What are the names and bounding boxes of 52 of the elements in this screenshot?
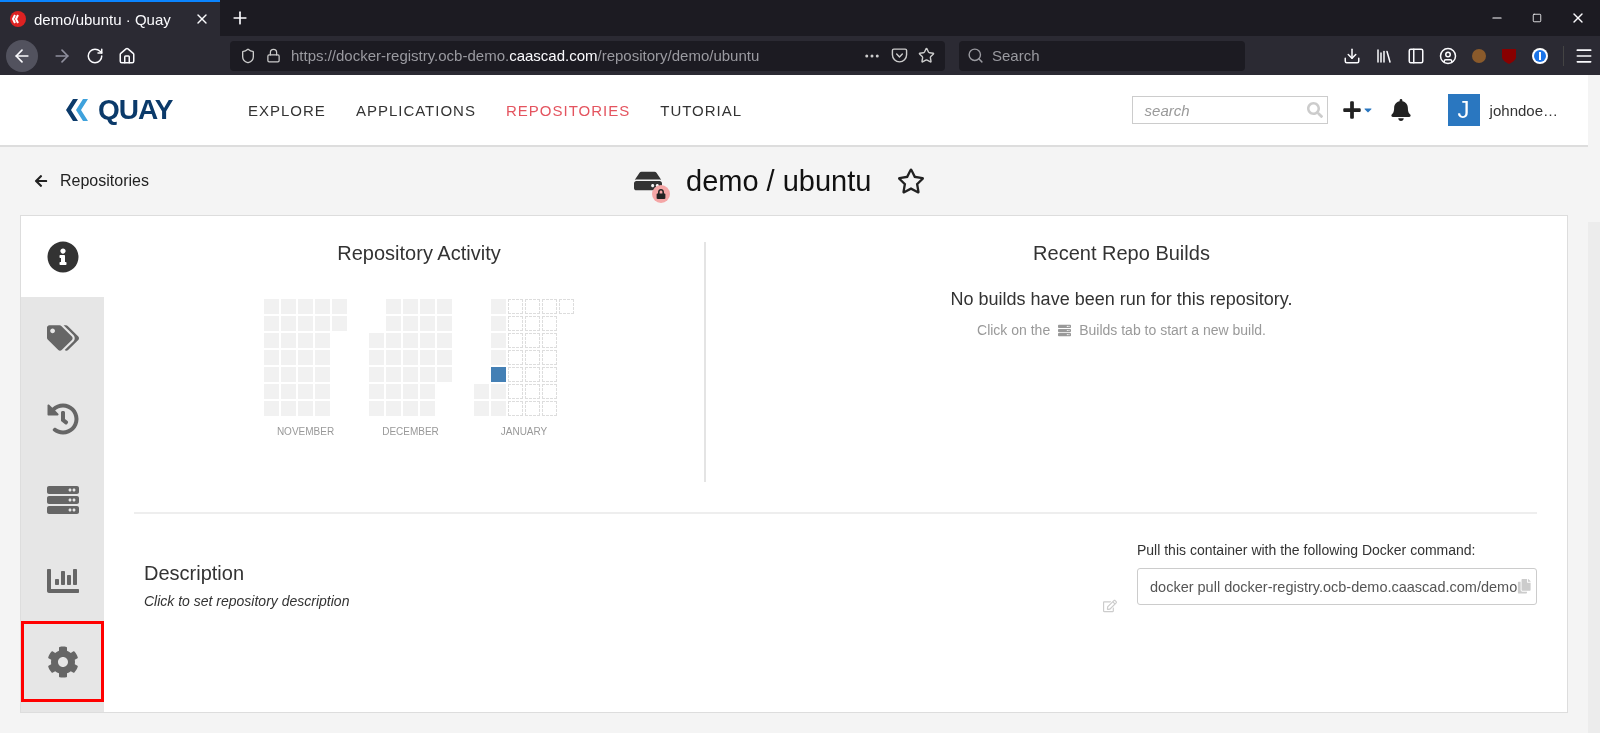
browser-search-field[interactable]: Search xyxy=(959,40,1245,71)
search-icon xyxy=(967,47,984,64)
cookie-icon[interactable] xyxy=(1471,47,1487,64)
quay-favicon-icon xyxy=(10,11,26,27)
sidebar-tab[interactable] xyxy=(21,216,104,297)
month-label: JANUARY xyxy=(500,426,548,437)
home-icon[interactable] xyxy=(118,46,136,65)
nav-link[interactable]: TUTORIAL xyxy=(660,101,743,119)
nav-link[interactable]: EXPLORE xyxy=(248,101,326,119)
address-bar[interactable]: https://docker-registry.ocb-demo.caascad.com/repository/demo/ubuntu xyxy=(230,40,945,71)
pull-label: Pull this container with the following Docker command: xyxy=(1137,542,1477,558)
library-icon[interactable] xyxy=(1375,46,1393,65)
menu-icon[interactable] xyxy=(1563,45,1594,66)
reload-icon[interactable] xyxy=(86,46,104,65)
password-manager-icon[interactable] xyxy=(1531,46,1549,65)
star-icon[interactable] xyxy=(918,47,935,64)
back-link[interactable]: Repositories xyxy=(20,172,634,190)
back-arrow-icon xyxy=(34,174,48,188)
history-icon xyxy=(46,402,79,435)
month-label: DECEMBER xyxy=(382,426,439,437)
month-label: NOVEMBER xyxy=(276,426,335,437)
repo-title: demo / ubuntu xyxy=(686,164,872,198)
back-icon[interactable] xyxy=(6,39,38,72)
server-icon xyxy=(1058,323,1072,337)
avatar[interactable]: J xyxy=(1447,94,1480,126)
section-title: Recent Repo Builds xyxy=(1033,242,1210,265)
browser-tab[interactable]: demo/ubuntu · Quay xyxy=(0,0,220,36)
plus-icon[interactable] xyxy=(1341,100,1374,120)
quay-logo: QUAY xyxy=(64,94,248,126)
lock-icon xyxy=(266,48,281,63)
hint-text: Builds tab to start a new build. xyxy=(1079,322,1266,338)
empty-message: No builds have been run for this repository. xyxy=(950,289,1293,310)
server-icon xyxy=(46,483,79,516)
description-link[interactable]: Click to set repository description xyxy=(144,593,1093,609)
section-title: Repository Activity xyxy=(337,242,501,265)
bell-icon[interactable] xyxy=(1389,99,1412,121)
star-icon[interactable] xyxy=(897,167,926,195)
nav-link[interactable]: APPLICATIONS xyxy=(355,101,476,119)
account-icon[interactable] xyxy=(1439,46,1457,65)
url-text: https://docker-registry.ocb-demo.caascad.com/repository/demo/ubuntu xyxy=(291,47,761,64)
download-icon[interactable] xyxy=(1343,46,1361,65)
search-icon xyxy=(1306,102,1323,118)
settings-icon xyxy=(46,645,79,678)
nav-link[interactable]: REPOSITORIES xyxy=(505,101,631,119)
username[interactable]: johndoe… xyxy=(1489,101,1558,119)
info-icon xyxy=(46,240,79,273)
hint-text: Click on the xyxy=(977,322,1051,338)
pocket-icon[interactable] xyxy=(891,47,908,64)
section-title: Description xyxy=(144,562,246,585)
sidebar-icon[interactable] xyxy=(1407,46,1425,65)
command-field[interactable]: docker pull docker-registry.ocb-demo.caascad.com/demo xyxy=(1137,568,1537,605)
shield-icon xyxy=(240,47,256,64)
